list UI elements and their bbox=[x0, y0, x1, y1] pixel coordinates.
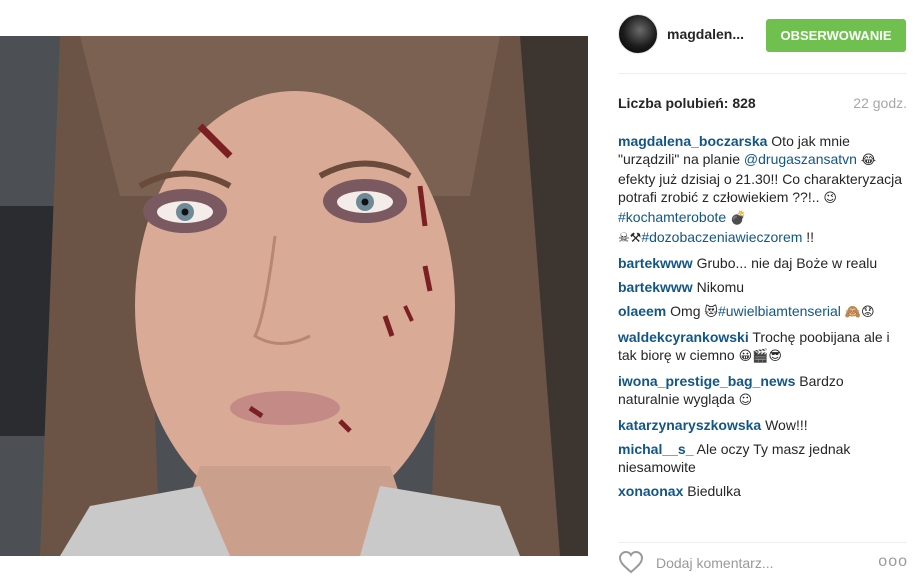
more-options-icon[interactable]: ooo bbox=[878, 553, 908, 571]
caption-emoji: 😉 bbox=[823, 191, 837, 206]
caption-username[interactable]: magdalena_boczarska bbox=[618, 133, 767, 149]
follow-button[interactable]: OBSERWOWANIE bbox=[766, 19, 906, 52]
comment-text: Omg bbox=[670, 303, 705, 319]
caption-mention[interactable]: @drugaszansatvn bbox=[744, 151, 857, 167]
comment-username[interactable]: olaeem bbox=[618, 303, 666, 319]
comment-item: waldekcyrankowski Trochę poobijana ale i… bbox=[618, 328, 908, 366]
comment-text: Grubo... nie daj Boże w realu bbox=[696, 255, 878, 271]
likes-row: Liczba polubień: 828 22 godz. bbox=[618, 95, 907, 111]
comment-emoji: 😀🎬😎 bbox=[738, 349, 782, 364]
comment-item: michal__s_ Ale oczy Ty masz jednak niesa… bbox=[618, 440, 908, 476]
divider bbox=[618, 73, 907, 74]
comment-item: katarzynaryszkowska Wow!!! bbox=[618, 416, 908, 434]
caption-text: !! bbox=[802, 229, 815, 245]
post-sidebar: magdalen... OBSERWOWANIE Liczba polubień… bbox=[604, 0, 915, 588]
post-footer: ooo bbox=[618, 550, 908, 576]
comment-hashtag[interactable]: #uwielbiamtenserial bbox=[718, 303, 841, 319]
comment-username[interactable]: bartekwww bbox=[618, 255, 693, 271]
author-username[interactable]: magdalen... bbox=[667, 26, 744, 42]
comment-input[interactable] bbox=[656, 553, 866, 573]
comment-username[interactable]: waldekcyrankowski bbox=[618, 329, 749, 345]
comment-username[interactable]: bartekwww bbox=[618, 279, 693, 295]
caption-hashtag[interactable]: #dozobaczeniawieczorem bbox=[641, 229, 802, 245]
comment-emoji: 🙈😟 bbox=[844, 305, 875, 320]
comment-emoji: ☺ bbox=[738, 393, 753, 408]
post-time[interactable]: 22 godz. bbox=[853, 95, 907, 111]
comment-username[interactable]: iwona_prestige_bag_news bbox=[618, 373, 795, 389]
caption-emoji: 😂 bbox=[860, 153, 877, 168]
comment-text: Biedulka bbox=[687, 483, 741, 499]
comment-username[interactable]: katarzynaryszkowska bbox=[618, 417, 761, 433]
avatar[interactable] bbox=[618, 14, 658, 54]
comment-text: Nikomu bbox=[696, 279, 745, 295]
comment-item: olaeem Omg 😻#uwielbiamtenserial 🙈😟 bbox=[618, 302, 908, 322]
post-header: magdalen... OBSERWOWANIE bbox=[604, 14, 907, 56]
divider bbox=[618, 542, 907, 543]
comment-emoji: 😻 bbox=[704, 305, 718, 320]
caption-text: efekty już dzisiaj o 21.30!! Co charakte… bbox=[618, 171, 903, 205]
post-photo[interactable] bbox=[0, 36, 588, 556]
comment-item: iwona_prestige_bag_news Bardzo naturalni… bbox=[618, 372, 908, 410]
comment-username[interactable]: michal__s_ bbox=[618, 441, 694, 457]
post-photo-image bbox=[0, 36, 588, 556]
caption-hashtag[interactable]: #kochamterobote bbox=[618, 209, 726, 225]
comment-item: xonaonax Biedulka bbox=[618, 482, 908, 500]
comment-text: Wow!!! bbox=[765, 417, 808, 433]
comments-list[interactable]: magdalena_boczarska Oto jak mnie "urządz… bbox=[618, 132, 908, 544]
comment-item: bartekwww Nikomu bbox=[618, 278, 908, 296]
caption: magdalena_boczarska Oto jak mnie "urządz… bbox=[618, 132, 908, 248]
comment-username[interactable]: xonaonax bbox=[618, 483, 683, 499]
comment-item: bartekwww Grubo... nie daj Boże w realu bbox=[618, 254, 908, 272]
likes-count[interactable]: Liczba polubień: 828 bbox=[618, 95, 756, 111]
heart-icon[interactable] bbox=[618, 550, 644, 574]
